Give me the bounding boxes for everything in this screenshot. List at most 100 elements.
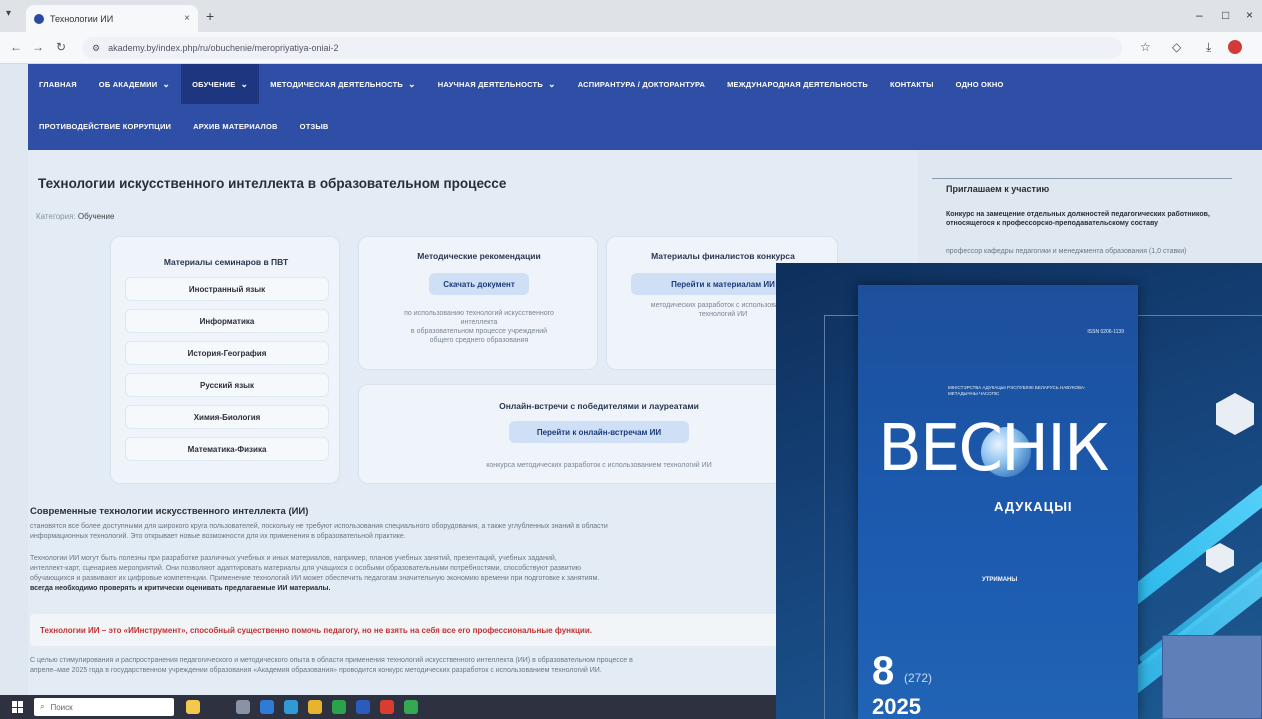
nav-item-one-window[interactable]: ОДНО ОКНО	[945, 64, 1015, 104]
magazine-issn: ISSN 0206-1139	[1087, 329, 1124, 335]
new-tab-button[interactable]: +	[206, 8, 214, 24]
excel-icon[interactable]	[332, 700, 346, 714]
paragraph-line: апреле–мае 2025 года в государственном у…	[30, 667, 602, 674]
desc-line: интеллекта	[460, 319, 498, 326]
bookmark-star-icon[interactable]: ☆	[1140, 40, 1151, 54]
url-text: akademy.by/index.php/ru/obuchenie/meropr…	[108, 43, 339, 53]
site-info-icon[interactable]: ⚙	[92, 43, 100, 54]
nav-item-postgraduate[interactable]: АСПИРАНТУРА / ДОКТОРАНТУРА	[567, 64, 716, 104]
subject-link[interactable]: Химия-Биология	[125, 405, 329, 429]
page-title: Технологии искусственного интеллекта в о…	[38, 176, 507, 191]
download-icon[interactable]: ⤓	[1206, 40, 1211, 55]
methodical-card: Методические рекомендации Скачать докуме…	[358, 236, 598, 370]
desc-line: в образовательном процессе учреждений	[410, 328, 548, 335]
url-field[interactable]: ⚙ akademy.by/index.php/ru/obuchenie/mero…	[82, 37, 1122, 59]
sidebar-divider	[932, 178, 1232, 179]
nav-label: ОБУЧЕНИЕ	[192, 79, 236, 89]
weather-icon[interactable]	[186, 700, 200, 714]
nav-item-contacts[interactable]: КОНТАКТЫ	[879, 64, 945, 104]
online-meetings-card: Онлайн-встречи с победителями и лауреата…	[358, 384, 838, 484]
nav-label: ГЛАВНАЯ	[39, 79, 77, 89]
paragraph-bold-line: всегда необходимо проверять и критически…	[30, 585, 331, 592]
nav-label: ПРОТИВОДЕЙСТВИЕ КОРРУПЦИИ	[39, 121, 172, 131]
sidebar-heading: Приглашаем к участию	[946, 184, 1050, 194]
magazine-contents-heading: УТРИМАНЫ	[982, 577, 1018, 583]
chrome-icon[interactable]	[380, 700, 394, 714]
browser-tab-bar: ▾ Технологии ИИ × + – □ ×	[0, 0, 1262, 32]
subject-link[interactable]: Математика-Физика	[125, 437, 329, 461]
paragraph-line: информационных технологий. Это открывает…	[30, 533, 406, 540]
profile-avatar[interactable]	[1228, 40, 1242, 54]
tab-title: Технологии ИИ	[50, 13, 114, 24]
download-document-button[interactable]: Скачать документ	[429, 273, 529, 295]
site-favicon-icon	[34, 13, 44, 24]
nav-item-science[interactable]: НАУЧНАЯ ДЕЯТЕЛЬНОСТЬ ⌄	[427, 64, 567, 104]
address-bar-row: ← → ↻ ⚙ akademy.by/index.php/ru/obucheni…	[0, 32, 1262, 64]
nav-label: МЕТОДИЧЕСКАЯ ДЕЯТЕЛЬНОСТЬ	[270, 79, 403, 89]
subject-link[interactable]: Русский язык	[125, 373, 329, 397]
category-line: Категория: Обучение	[36, 212, 114, 221]
windows-start-icon[interactable]	[12, 701, 24, 713]
nav-item-education[interactable]: ОБУЧЕНИЕ ⌄	[181, 64, 260, 104]
nav-item-international[interactable]: МЕЖДУНАРОДНАЯ ДЕЯТЕЛЬНОСТЬ	[716, 64, 879, 104]
tab-search-icon[interactable]: ▾	[6, 8, 11, 19]
task-view-icon[interactable]	[236, 700, 250, 714]
magazine-issue-number: 8	[872, 649, 895, 693]
file-explorer-icon[interactable]	[308, 700, 322, 714]
online-meetings-title: Онлайн-встречи с победителями и лауреата…	[499, 401, 699, 411]
highlight-quote: Технологии ИИ – это «ИИнструмент», спосо…	[30, 614, 786, 646]
store-icon[interactable]	[284, 700, 298, 714]
forward-arrow-icon[interactable]: →	[32, 40, 44, 54]
category-label: Категория:	[36, 212, 76, 221]
seminars-card-title: Материалы семинаров в ПВТ	[163, 257, 289, 267]
methodical-card-title: Методические рекомендации	[417, 251, 541, 261]
chevron-down-icon: ⌄	[240, 78, 249, 89]
reload-icon[interactable]: ↻	[56, 40, 66, 54]
nav-item-about[interactable]: ОБ АКАДЕМИИ ⌄	[88, 64, 181, 104]
edge-browser-icon[interactable]	[260, 700, 274, 714]
nav-label: ОТЗЫВ	[299, 121, 329, 131]
methodical-description: по использованию технологий искусственно…	[369, 309, 589, 345]
browser-tab[interactable]: Технологии ИИ ×	[26, 5, 198, 32]
magazine-year: 2025	[872, 694, 921, 719]
nav-label: КОНТАКТЫ	[889, 79, 934, 89]
nav-label: ОБ АКАДЕМИИ	[98, 79, 158, 89]
finalists-card-title: Материалы финалистов конкурса	[651, 251, 795, 261]
magazine-cover: ISSN 0206-1139 МІНІСТЭРСТВА АДУКАЦЫІ РЭС…	[858, 285, 1138, 719]
chevron-down-icon: ⌄	[547, 78, 556, 89]
nav-item-methodical[interactable]: МЕТОДИЧЕСКАЯ ДЕЯТЕЛЬНОСТЬ ⌄	[259, 64, 426, 104]
subject-link[interactable]: Информатика	[125, 309, 329, 333]
extensions-icon[interactable]: ◇	[1172, 40, 1181, 54]
category-link[interactable]: Обучение	[78, 212, 115, 221]
magazine-subtitle: АДУКАЦЫІ	[994, 499, 1073, 514]
word-icon[interactable]	[356, 700, 370, 714]
taskbar-search-input[interactable]: ⌕ Поиск	[34, 698, 174, 716]
sidebar-announcement-detail: профессор кафедры педагогики и менеджмен…	[946, 248, 1187, 255]
sidebar-announcement-link[interactable]: Конкурс на замещение отдельных должносте…	[946, 210, 1226, 228]
tab-close-icon[interactable]: ×	[184, 13, 190, 24]
chevron-down-icon: ⌄	[162, 78, 171, 89]
nav-label: НАУЧНАЯ ДЕЯТЕЛЬНОСТЬ	[437, 79, 543, 89]
maximize-button[interactable]: □	[1222, 8, 1229, 22]
nav-row-secondary: ПРОТИВОДЕЙСТВИЕ КОРРУПЦИИ АРХИВ МАТЕРИАЛ…	[28, 106, 340, 146]
paragraph-intro: становятся все более доступными для широ…	[30, 522, 790, 542]
subject-link[interactable]: История-География	[125, 341, 329, 365]
magazine-publisher: МІНІСТЭРСТВА АДУКАЦЫІ РЭСПУБЛІКІ БЕЛАРУС…	[948, 385, 1086, 396]
nav-label: АРХИВ МАТЕРИАЛОВ	[193, 121, 278, 131]
nav-item-feedback[interactable]: ОТЗЫВ	[289, 106, 340, 146]
magazine-promo-image: ISSN 0206-1139 МІНІСТЭРСТВА АДУКАЦЫІ РЭС…	[776, 263, 1262, 719]
nav-item-anticorruption[interactable]: ПРОТИВОДЕЙСТВИЕ КОРРУПЦИИ	[28, 106, 182, 146]
paragraph-line: интеллект-карт, сценариев мероприятий. О…	[30, 565, 581, 572]
close-window-button[interactable]: ×	[1246, 8, 1253, 22]
nav-label: МЕЖДУНАРОДНАЯ ДЕЯТЕЛЬНОСТЬ	[727, 79, 868, 89]
app-icon[interactable]	[404, 700, 418, 714]
nav-label: АСПИРАНТУРА / ДОКТОРАНТУРА	[577, 79, 706, 89]
back-arrow-icon[interactable]: ←	[10, 40, 22, 54]
subject-link[interactable]: Иностранный язык	[125, 277, 329, 301]
minimize-button[interactable]: –	[1196, 8, 1203, 22]
nav-item-home[interactable]: ГЛАВНАЯ	[28, 64, 88, 104]
online-meetings-button[interactable]: Перейти к онлайн-встречам ИИ	[509, 421, 689, 443]
nav-item-archive[interactable]: АРХИВ МАТЕРИАЛОВ	[182, 106, 289, 146]
online-meetings-description: конкурса методических разработок с испол…	[486, 462, 712, 469]
paragraph-line: становятся все более доступными для широ…	[30, 523, 608, 530]
